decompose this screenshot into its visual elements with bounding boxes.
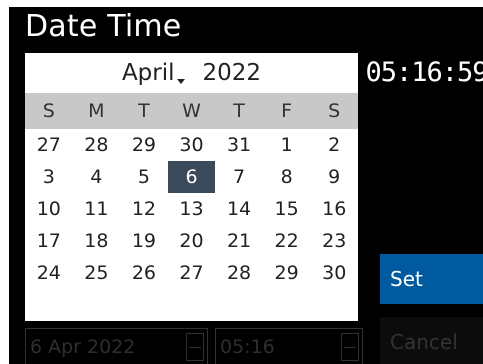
calendar-day[interactable]: 28 <box>73 129 121 161</box>
calendar-day[interactable]: 30 <box>310 257 358 289</box>
calendar-day[interactable]: 24 <box>25 257 73 289</box>
calendar-day[interactable]: 7 <box>215 161 263 193</box>
spinner-icon[interactable] <box>186 333 204 361</box>
window-title: Date Time <box>25 9 182 44</box>
calendar-day[interactable]: 4 <box>73 161 121 193</box>
calendar-day[interactable]: 9 <box>310 161 358 193</box>
date-field-value: 6 Apr 2022 <box>30 336 136 358</box>
calendar-day[interactable]: 10 <box>25 193 73 225</box>
calendar-day[interactable]: 12 <box>120 193 168 225</box>
date-time-panel: Date Time April 2022 S M T W T F S 27 28… <box>9 7 483 364</box>
calendar-day[interactable]: 14 <box>215 193 263 225</box>
calendar-day[interactable]: 1 <box>263 129 311 161</box>
calendar-day[interactable]: 27 <box>25 129 73 161</box>
calendar-day[interactable]: 11 <box>73 193 121 225</box>
calendar-day[interactable]: 2 <box>310 129 358 161</box>
calendar-day[interactable]: 16 <box>310 193 358 225</box>
weekday-label: T <box>233 100 245 122</box>
calendar-day[interactable]: 13 <box>168 193 216 225</box>
weekday-label: S <box>42 100 55 122</box>
spinner-icon[interactable] <box>341 333 359 361</box>
weekday-label: W <box>182 100 201 122</box>
calendar-day[interactable]: 23 <box>310 225 358 257</box>
calendar-day[interactable]: 8 <box>263 161 311 193</box>
weekday-label: F <box>281 100 293 122</box>
calendar-day[interactable]: 26 <box>120 257 168 289</box>
year-label[interactable]: 2022 <box>203 60 262 86</box>
date-field[interactable]: 6 Apr 2022 <box>25 328 208 364</box>
calendar-day[interactable]: 30 <box>168 129 216 161</box>
app-window: Date Time April 2022 S M T W T F S 27 28… <box>0 0 483 364</box>
calendar-day[interactable]: 29 <box>120 129 168 161</box>
calendar-day[interactable]: 19 <box>120 225 168 257</box>
calendar-grid: 27 28 29 30 31 1 2 3 4 5 6 7 8 9 10 11 1… <box>25 129 358 321</box>
time-field[interactable]: 05:16 <box>215 328 363 364</box>
calendar-day[interactable]: 15 <box>263 193 311 225</box>
calendar-day[interactable]: 17 <box>25 225 73 257</box>
calendar-day[interactable]: 25 <box>73 257 121 289</box>
calendar-day[interactable]: 18 <box>73 225 121 257</box>
calendar-day[interactable]: 22 <box>263 225 311 257</box>
calendar-header: April 2022 <box>25 53 358 93</box>
weekday-label: M <box>88 100 105 122</box>
weekday-label: S <box>328 100 341 122</box>
month-dropdown[interactable]: April <box>122 60 185 86</box>
month-label: April <box>121 60 175 86</box>
weekday-label: T <box>138 100 150 122</box>
clock-display: 05:16:59 <box>365 57 483 88</box>
weekday-header: S M T W T F S <box>25 93 358 129</box>
calendar-day[interactable]: 29 <box>263 257 311 289</box>
set-button[interactable]: Set <box>380 254 483 304</box>
calendar-day[interactable]: 3 <box>25 161 73 193</box>
calendar-day[interactable]: 21 <box>215 225 263 257</box>
calendar-day[interactable]: 27 <box>168 257 216 289</box>
calendar-day[interactable]: 20 <box>168 225 216 257</box>
time-field-value: 05:16 <box>220 336 275 358</box>
cancel-button[interactable]: Cancel <box>380 317 483 364</box>
calendar-day[interactable]: 28 <box>215 257 263 289</box>
caret-down-icon <box>176 79 185 84</box>
calendar-day[interactable]: 31 <box>215 129 263 161</box>
calendar-day-selected[interactable]: 6 <box>167 161 216 193</box>
calendar-day[interactable]: 5 <box>120 161 168 193</box>
